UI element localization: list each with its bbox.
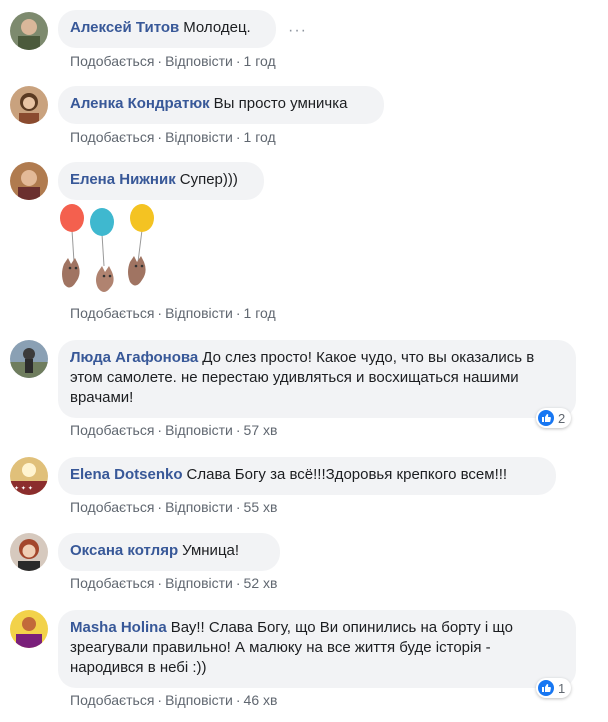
reaction-number: 1: [558, 680, 566, 696]
avatar[interactable]: [10, 86, 48, 124]
comment-author[interactable]: Оксана котляр: [70, 542, 178, 559]
comment-author[interactable]: Masha Holina: [70, 619, 167, 636]
reaction-count[interactable]: 1: [536, 678, 572, 698]
comment-time[interactable]: 52 хв: [244, 575, 278, 591]
svg-text:✦ ✦ ✦: ✦ ✦ ✦: [14, 485, 33, 492]
like-link[interactable]: Подобається: [70, 692, 154, 708]
reply-link[interactable]: Відповісти: [165, 575, 233, 591]
reply-link[interactable]: Відповісти: [165, 53, 233, 69]
comment-text: Слава Богу за всё!!!Здоровья крепкого вс…: [186, 466, 508, 483]
comment-bubble: Люда Агафонова До слез просто! Какое чудо…: [58, 340, 576, 418]
balloon-cats-sticker: [58, 202, 168, 302]
comment-bubble: Elena Dotsenko Слава Богу за всё!!!Здоров…: [58, 457, 556, 495]
comment-actions: Подобається · Відповісти · 55 хв: [70, 499, 278, 515]
reply-link[interactable]: Відповісти: [165, 305, 233, 321]
reply-link[interactable]: Відповісти: [165, 692, 233, 708]
like-icon: [538, 680, 554, 696]
comment-bubble: Елена Нижник Супер))): [58, 162, 264, 200]
avatar[interactable]: [10, 533, 48, 571]
like-link[interactable]: Подобається: [70, 129, 154, 145]
comment-author[interactable]: Елена Нижник: [70, 171, 176, 188]
like-link[interactable]: Подобається: [70, 305, 154, 321]
like-link[interactable]: Подобається: [70, 499, 154, 515]
reaction-count[interactable]: 2: [536, 408, 572, 428]
comment-time[interactable]: 1 год: [244, 129, 276, 145]
comment-actions: Подобається · Відповісти · 1 год: [70, 129, 276, 145]
like-link[interactable]: Подобається: [70, 422, 154, 438]
comment-bubble: Оксана котляр Умница!: [58, 533, 280, 571]
avatar[interactable]: [10, 610, 48, 648]
comment-text: Молодец.: [183, 19, 251, 36]
comment-time[interactable]: 57 хв: [244, 422, 278, 438]
comment-text: Вы просто умничка: [213, 95, 348, 112]
more-options-icon[interactable]: ···: [288, 22, 307, 40]
comment-author[interactable]: Elena Dotsenko: [70, 466, 183, 483]
like-link[interactable]: Подобається: [70, 53, 154, 69]
like-link[interactable]: Подобається: [70, 575, 154, 591]
comment-actions: Подобається · Відповісти · 1 год: [70, 305, 276, 321]
reply-link[interactable]: Відповісти: [165, 422, 233, 438]
comment-actions: Подобається · Відповісти · 57 хв: [70, 422, 278, 438]
avatar[interactable]: ✦ ✦ ✦: [10, 457, 48, 495]
comment-actions: Подобається · Відповісти · 52 хв: [70, 575, 278, 591]
comment-time[interactable]: 55 хв: [244, 499, 278, 515]
reaction-number: 2: [558, 410, 566, 426]
like-icon: [538, 410, 554, 426]
comment-actions: Подобається · Відповісти · 46 хв: [70, 692, 278, 708]
comment-bubble: Алексей Титов Молодец.: [58, 10, 276, 48]
comment-text: Супер))): [179, 171, 238, 188]
comment-time[interactable]: 1 год: [244, 305, 276, 321]
avatar[interactable]: [10, 340, 48, 378]
comment-actions: Подобається · Відповісти · 1 год: [70, 53, 276, 69]
avatar[interactable]: [10, 12, 48, 50]
comment-bubble: Аленка Кондратюк Вы просто умничка: [58, 86, 384, 124]
avatar[interactable]: [10, 162, 48, 200]
comment-author[interactable]: Люда Агафонова: [70, 349, 198, 366]
comment-bubble: Masha Holina Вау!! Слава Богу, що Ви опин…: [58, 610, 576, 688]
comment-time[interactable]: 46 хв: [244, 692, 278, 708]
comment-author[interactable]: Алексей Титов: [70, 19, 179, 36]
comment-text: Умница!: [182, 542, 240, 559]
reply-link[interactable]: Відповісти: [165, 129, 233, 145]
comment-time[interactable]: 1 год: [244, 53, 276, 69]
reply-link[interactable]: Відповісти: [165, 499, 233, 515]
comment-author[interactable]: Аленка Кондратюк: [70, 95, 210, 112]
